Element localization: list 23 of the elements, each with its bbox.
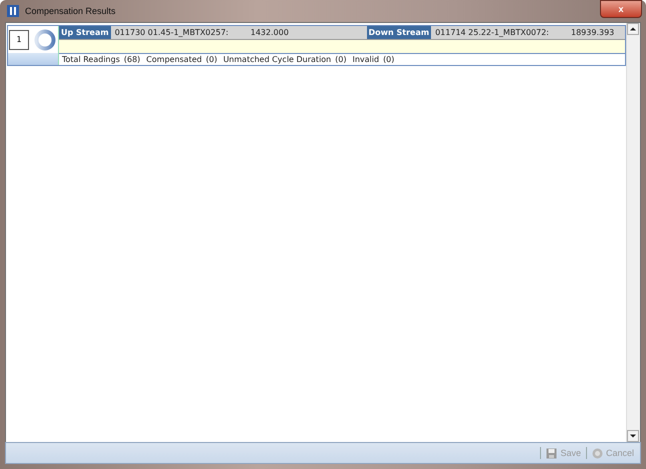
stream-label: Down Stream — [366, 26, 432, 39]
app-icon — [6, 4, 20, 18]
meter-value: 18939.393 — [571, 28, 616, 37]
stat-count: (0) — [335, 55, 346, 64]
stat-count: (68) — [124, 55, 140, 64]
stat-label: Compensated — [146, 55, 202, 64]
cancel-icon — [592, 448, 603, 458]
scroll-up-icon[interactable] — [627, 23, 639, 35]
ring-icon — [33, 28, 57, 52]
window-title: Compensation Results — [25, 6, 116, 16]
stat-label: Unmatched Cycle Duration — [223, 55, 332, 64]
stat-label: Total Readings — [62, 55, 120, 64]
scroll-down-icon[interactable] — [627, 430, 639, 442]
meter-name: 011730 01.45-1_MBTX0257: — [114, 28, 228, 37]
row-header-cell — [8, 53, 58, 65]
meter-name: 011714 25.22-1_MBTX0072: — [435, 28, 549, 37]
meter-value: 1432.000 — [250, 28, 289, 37]
stat-count: (0) — [206, 55, 218, 64]
row-number: 1 — [9, 30, 29, 50]
close-button[interactable]: x — [600, 0, 642, 18]
stream-label: Up Stream — [59, 26, 111, 39]
stat-label: Invalid — [352, 55, 380, 64]
stat-count: (0) — [383, 55, 394, 64]
